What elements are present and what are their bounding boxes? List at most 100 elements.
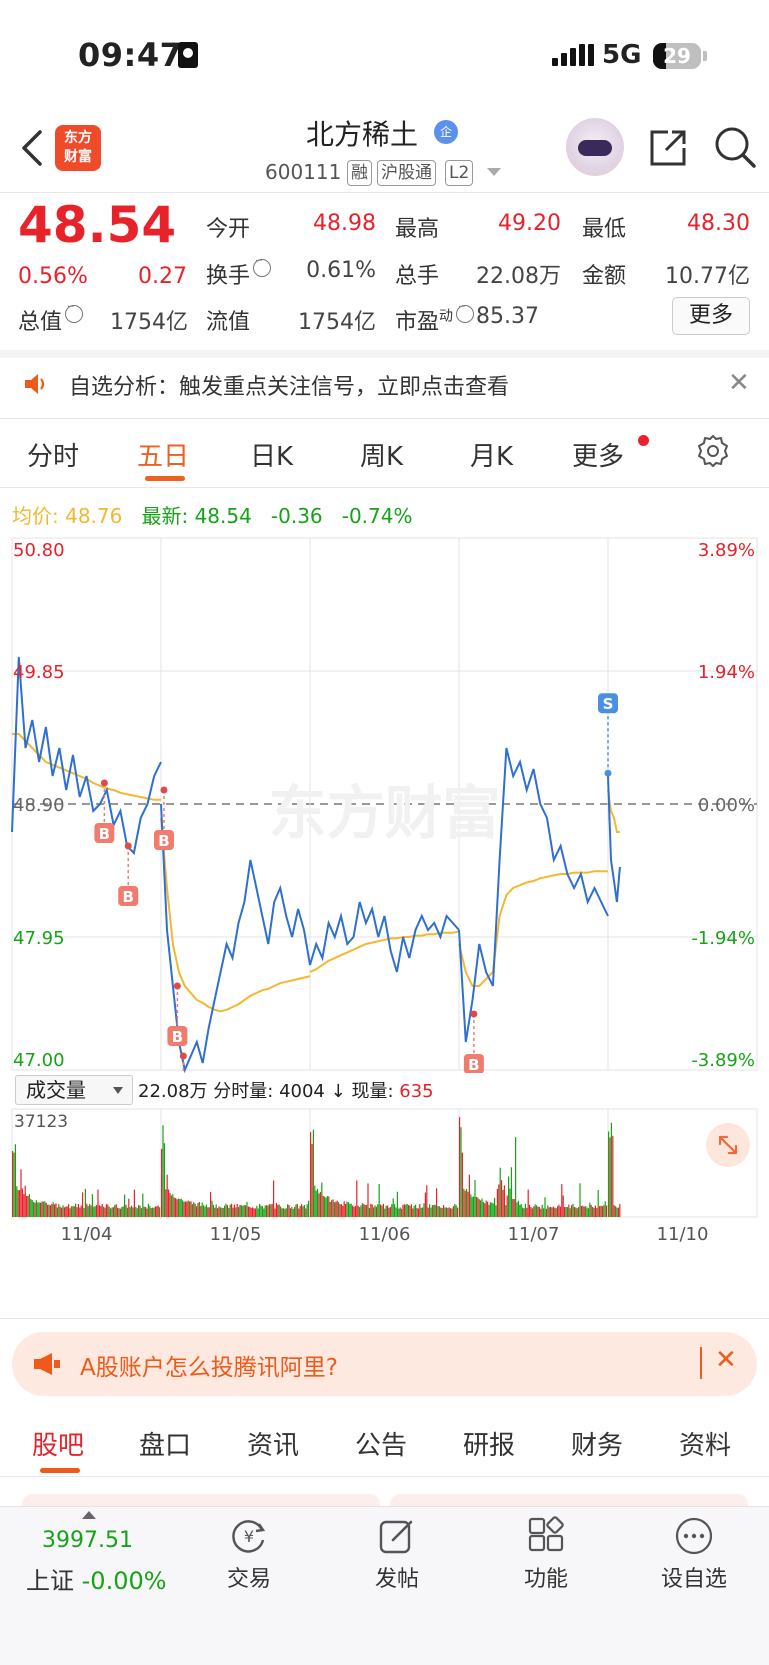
chevron-down-icon[interactable] (487, 168, 501, 176)
add-watchlist-icon[interactable] (674, 1516, 714, 1556)
volume-bar (529, 1204, 531, 1217)
latest-change-pct: -0.74% (341, 504, 413, 528)
stock-name[interactable]: 北方稀土 (306, 113, 418, 153)
volume-bar (367, 1183, 369, 1217)
volume-bar (448, 1207, 450, 1217)
tab-daily-k[interactable]: 日K (250, 436, 293, 473)
tabbar-features[interactable]: 功能 (506, 1561, 586, 1593)
volume-bar (277, 1204, 279, 1217)
volume-bar (110, 1208, 112, 1217)
enterprise-badge: 企 (434, 120, 458, 144)
tab-order-book[interactable]: 盘口 (139, 1425, 191, 1462)
volume-chart[interactable]: 37123 11/04 11/05 11/06 11/07 11/10 (0, 1107, 769, 1290)
ai-assistant-avatar[interactable] (566, 118, 624, 176)
avg-label: 均价: (12, 504, 59, 528)
index-label[interactable]: 上证 -0.00% (26, 1561, 167, 1596)
y-axis-label-left: 49.85 (13, 662, 65, 683)
tabbar-post[interactable]: 发帖 (357, 1561, 437, 1593)
info-icon[interactable] (65, 302, 84, 323)
volume-bar (457, 1207, 459, 1217)
tab-more[interactable]: 更多 (572, 436, 624, 473)
back-arrow-icon[interactable] (14, 126, 54, 170)
volume-bar (366, 1204, 368, 1217)
volume-bar (288, 1204, 290, 1217)
volume-bar (467, 1191, 469, 1217)
volume-bar (526, 1207, 528, 1217)
close-icon[interactable]: ✕ (728, 368, 750, 398)
tab-five-day[interactable]: 五日 (137, 436, 189, 473)
tab-announcements[interactable]: 公告 (355, 1425, 407, 1462)
volume-bar (417, 1208, 419, 1217)
tab-monthly-k[interactable]: 月K (470, 436, 513, 473)
price-chart[interactable]: 东方财富 50.80 49.85 48.90 47.95 47.00 3.89% 1.94% 0… (0, 533, 769, 1073)
volume-bar (419, 1204, 421, 1217)
volume-bar (97, 1189, 99, 1217)
search-icon[interactable] (712, 124, 758, 170)
features-icon[interactable] (526, 1516, 566, 1556)
post-icon[interactable] (377, 1516, 417, 1556)
tab-guba[interactable]: 股吧 (32, 1425, 84, 1462)
tick-volume-value: 4004 (279, 1081, 325, 1102)
volume-bar (381, 1205, 383, 1217)
volume-bar (124, 1194, 126, 1217)
volume-bar (352, 1205, 354, 1217)
volume-bar (431, 1205, 433, 1217)
volume-max-label: 37123 (14, 1112, 68, 1132)
volume-bar (405, 1204, 407, 1217)
pe-dynamic-mark: 动 (439, 308, 454, 325)
volume-bar (426, 1185, 428, 1217)
y-axis-label-right: -3.89% (691, 1050, 755, 1071)
volume-bar (94, 1206, 96, 1217)
volume-bar (154, 1206, 156, 1217)
volume-bar (406, 1203, 408, 1217)
volume-bar (441, 1207, 443, 1217)
volume-bar (578, 1207, 580, 1217)
gear-icon[interactable] (696, 434, 730, 468)
volume-bar (412, 1208, 414, 1217)
volume-bar (204, 1206, 206, 1217)
volume-bar (616, 1207, 618, 1217)
volume-bar (268, 1204, 270, 1217)
share-icon[interactable] (646, 126, 690, 170)
info-icon[interactable] (456, 302, 475, 323)
volume-bar (604, 1201, 606, 1217)
notice-text[interactable]: 自选分析：触发重点关注信号，立即点击查看 (69, 369, 509, 401)
close-icon[interactable]: ✕ (715, 1345, 737, 1375)
volume-bar (31, 1199, 33, 1217)
volume-bar (246, 1201, 248, 1217)
volume-indicator-select[interactable]: 成交量 (15, 1075, 133, 1105)
tab-weekly-k[interactable]: 周K (360, 436, 403, 473)
volume-bar (76, 1207, 78, 1217)
volume-bar (200, 1205, 202, 1217)
volume-bar (184, 1201, 186, 1217)
tabbar-trade[interactable]: 交易 (209, 1561, 289, 1593)
mktcap-label: 总值 (18, 302, 84, 336)
index-value[interactable]: 3997.51 (42, 1528, 133, 1553)
more-button[interactable]: 更多 (672, 297, 750, 335)
latest-value: 48.54 (194, 504, 252, 528)
expand-icon[interactable] (706, 1123, 750, 1167)
volume-bar (438, 1206, 440, 1217)
volume-bar (126, 1207, 128, 1217)
volume-bar (545, 1208, 547, 1217)
expand-up-icon[interactable] (82, 1511, 96, 1519)
volume-bar (34, 1202, 36, 1217)
volume-bar (375, 1206, 377, 1217)
info-icon[interactable] (253, 256, 272, 277)
tabbar-add-watchlist[interactable]: 设自选 (654, 1561, 734, 1593)
volume-bar (278, 1204, 280, 1217)
volume-bar (289, 1208, 291, 1217)
tab-profile[interactable]: 资料 (679, 1425, 731, 1462)
marker-point (160, 786, 168, 794)
volume-bar (183, 1201, 185, 1217)
tab-intraday[interactable]: 分时 (27, 436, 79, 473)
tab-news[interactable]: 资讯 (247, 1425, 299, 1462)
volume-bar (541, 1204, 543, 1217)
trade-icon[interactable]: ¥ (229, 1516, 269, 1556)
volume-bar (299, 1205, 301, 1217)
tab-research[interactable]: 研报 (463, 1425, 515, 1462)
ad-text[interactable]: A股账户怎么投腾讯阿里? (80, 1348, 338, 1382)
active-tab-indicator (145, 476, 185, 481)
volume-bar (133, 1189, 135, 1217)
tab-financials[interactable]: 财务 (571, 1425, 623, 1462)
